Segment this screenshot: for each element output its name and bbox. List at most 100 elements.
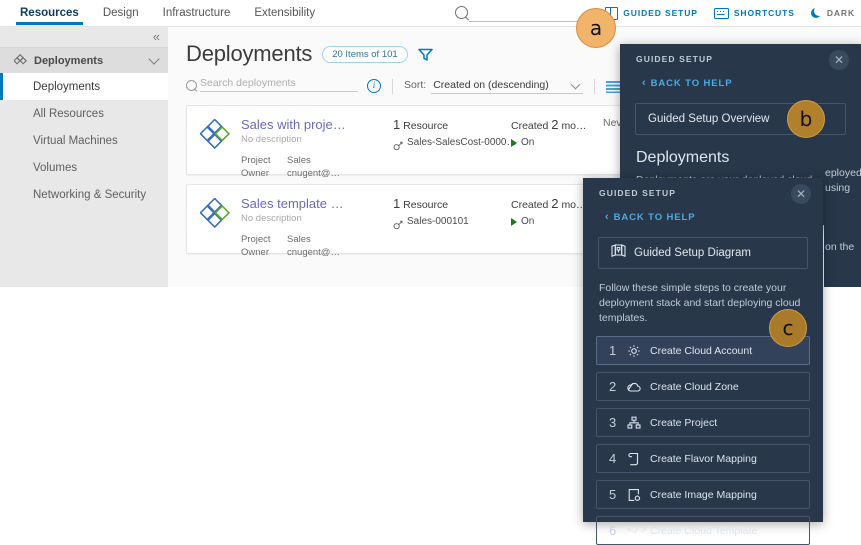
- step-create-project[interactable]: 3 Create Project: [596, 408, 810, 437]
- chevron-down-icon: [570, 79, 581, 89]
- created-value: 2: [551, 196, 559, 211]
- tab-resources-label: Resources: [20, 7, 79, 19]
- guided-setup-panel-diagram: GUIDED SETUP ✕ ‹ BACK TO HELP Guided Setu…: [583, 178, 823, 545]
- tab-infrastructure[interactable]: Infrastructure: [151, 0, 243, 21]
- annotation-label: c: [782, 316, 794, 340]
- search-icon: [455, 6, 468, 19]
- overflow-line-2: using: [825, 182, 851, 194]
- close-icon[interactable]: ✕: [791, 184, 811, 204]
- tab-extensibility[interactable]: Extensibility: [242, 0, 327, 21]
- shortcuts-label: SHORTCUTS: [733, 8, 795, 18]
- owner-key: Owner: [241, 168, 269, 179]
- created-prefix: Created: [511, 199, 549, 211]
- project-value: Sales: [287, 234, 311, 245]
- guided-setup-diagram-button[interactable]: Guided Setup Diagram: [598, 237, 808, 269]
- tab-resources[interactable]: Resources: [8, 0, 91, 25]
- keyboard-icon: [713, 7, 729, 19]
- created-value: 2: [551, 117, 559, 132]
- diagram-icon: [611, 244, 626, 262]
- primary-tabs: Resources Design Infrastructure Extensib…: [8, 0, 327, 27]
- deployment-name-link[interactable]: Sales template …: [241, 196, 393, 211]
- sidebar-item-all-resources[interactable]: All Resources: [0, 100, 168, 127]
- resource-icon: [393, 138, 403, 150]
- back-to-help-label: BACK TO HELP: [650, 78, 733, 89]
- deployment-resources: 1 Resource Sales-SalesCost-0000…: [393, 117, 517, 174]
- deployment-owner: Owner cnugent@…: [241, 246, 393, 259]
- annotation-badge-b: b: [787, 100, 825, 138]
- tab-infrastructure-label: Infrastructure: [162, 7, 231, 19]
- search-icon: [186, 80, 197, 91]
- step-number: 4: [609, 451, 617, 466]
- item-count-badge: 20 Items of 101: [322, 45, 408, 63]
- deployment-description: No description: [241, 134, 302, 145]
- deployment-summary: Sales with proje… No description Project…: [241, 117, 393, 179]
- status-label: On: [521, 216, 535, 227]
- sort-label: Sort:: [404, 78, 427, 91]
- top-navigation-bar: Resources Design Infrastructure Extensib…: [0, 0, 861, 27]
- sidebar-item-label: Virtual Machines: [33, 134, 118, 147]
- chevron-left-icon: ‹: [605, 211, 610, 223]
- status-badge: On: [511, 137, 603, 148]
- global-search[interactable]: [455, 4, 585, 23]
- step-label: Create Project: [650, 416, 718, 429]
- panel-heading: Deployments: [636, 149, 730, 166]
- chevron-down-icon[interactable]: [148, 53, 160, 65]
- dark-mode-toggle[interactable]: DARK: [810, 5, 855, 19]
- deployment-name-link[interactable]: Sales with proje…: [241, 117, 393, 132]
- shortcuts-button[interactable]: SHORTCUTS: [713, 7, 795, 19]
- resource-icon: [393, 217, 403, 229]
- step-label: Create Cloud Account: [650, 344, 753, 357]
- owner-value: cnugent@…: [287, 247, 340, 258]
- resource-name: Sales-000101: [407, 216, 469, 227]
- step-create-cloud-zone[interactable]: 2 Create Cloud Zone: [596, 372, 810, 401]
- step-create-image-mapping[interactable]: 5 Create Image Mapping: [596, 480, 810, 509]
- tab-extensibility-label: Extensibility: [254, 7, 316, 19]
- dark-mode-label: DARK: [826, 8, 855, 18]
- deployment-summary: Sales template … No description Project …: [241, 196, 393, 258]
- deployment-project: Project Sales: [241, 233, 393, 246]
- sidebar-item-virtual-machines[interactable]: Virtual Machines: [0, 127, 168, 154]
- step-number: 1: [609, 343, 617, 358]
- play-icon: [511, 217, 517, 226]
- panel-title: GUIDED SETUP: [636, 54, 713, 64]
- cloud-icon: [627, 380, 641, 394]
- moon-icon: [810, 5, 825, 19]
- sidebar-collapse-row: «: [0, 27, 168, 48]
- sidebar-item-deployments[interactable]: Deployments: [0, 73, 168, 100]
- back-to-help-link[interactable]: ‹ BACK TO HELP: [605, 211, 823, 223]
- deployment-description: No description: [241, 213, 302, 224]
- org-chart-icon: [627, 416, 641, 430]
- sort-select[interactable]: Created on (descending): [431, 79, 584, 94]
- global-search-underline: [469, 21, 581, 22]
- list-view-icon[interactable]: [606, 80, 621, 93]
- filter-icon[interactable]: [417, 48, 433, 61]
- back-to-help-link[interactable]: ‹ BACK TO HELP: [642, 77, 861, 89]
- project-key: Project: [241, 234, 271, 245]
- annotation-label: b: [799, 107, 813, 131]
- scroll-icon: [627, 452, 641, 466]
- deployments-group-icon: [14, 54, 27, 67]
- tab-design[interactable]: Design: [91, 0, 151, 21]
- panel-header: GUIDED SETUP ✕: [583, 178, 823, 208]
- search-deployments[interactable]: [186, 77, 361, 95]
- search-input[interactable]: [200, 77, 358, 92]
- sidebar-group-deployments[interactable]: Deployments: [0, 48, 168, 73]
- panel-header: GUIDED SETUP ✕: [620, 44, 861, 74]
- guided-setup-overview-label: Guided Setup Overview: [648, 113, 770, 125]
- created-prefix: Created: [511, 120, 549, 132]
- sort-control: Sort: Created on (descending): [404, 78, 584, 94]
- toolbar-divider: [392, 78, 393, 94]
- sidebar-item-networking-security[interactable]: Networking & Security: [0, 181, 168, 208]
- gear-icon: [627, 344, 641, 358]
- step-create-cloud-template[interactable]: 6 </> Create Cloud Template: [596, 516, 810, 545]
- sidebar-item-volumes[interactable]: Volumes: [0, 154, 168, 181]
- close-icon[interactable]: ✕: [829, 50, 849, 70]
- sidebar-item-label: Volumes: [33, 161, 78, 174]
- collapse-sidebar-icon[interactable]: «: [153, 30, 160, 43]
- code-icon: </>: [627, 524, 647, 537]
- step-create-flavor-mapping[interactable]: 4 Create Flavor Mapping: [596, 444, 810, 473]
- deployment-created: Created 2 mo… On: [511, 117, 603, 174]
- info-icon[interactable]: i: [367, 79, 381, 93]
- guided-setup-button[interactable]: GUIDED SETUP: [605, 6, 698, 20]
- deployment-resources: 1 Resource Sales-000101: [393, 196, 511, 253]
